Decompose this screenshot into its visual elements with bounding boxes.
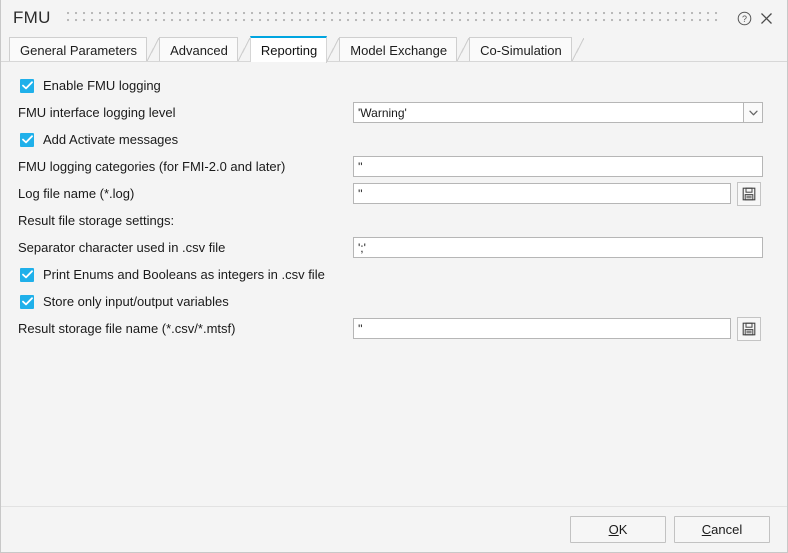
tab-co-simulation[interactable]: Co-Simulation	[469, 37, 572, 62]
dialog-titlebar: FMU ?	[1, 0, 787, 36]
input-logging-categories[interactable]: ''	[353, 156, 763, 177]
field-wrap-interface-logging-level: 'Warning'	[353, 102, 763, 123]
check-icon	[22, 270, 33, 279]
close-button[interactable]	[755, 7, 777, 29]
tab-reporting[interactable]: Reporting	[250, 36, 327, 62]
chevron-down-icon[interactable]	[743, 102, 763, 123]
cancel-button-mnemonic: C	[702, 522, 711, 537]
row-add-activate-messages: Add Activate messages	[1, 126, 787, 153]
field-wrap-result-storage-file-name: ''	[353, 317, 761, 341]
tab-label: Co-Simulation	[480, 43, 562, 58]
check-icon	[22, 81, 33, 90]
ok-button[interactable]: OK	[570, 516, 666, 543]
field-wrap-logging-categories: ''	[353, 156, 763, 177]
tab-label: Advanced	[170, 43, 228, 58]
check-icon	[22, 135, 33, 144]
browse-result-storage-file-button[interactable]	[737, 317, 761, 341]
checkbox-store-only-io-variables[interactable]	[20, 295, 34, 309]
checkbox-enable-fmu-logging[interactable]	[20, 79, 34, 93]
label-store-only-io-variables: Store only input/output variables	[43, 295, 229, 308]
cancel-button-label: ancel	[711, 522, 742, 537]
label-separator-character: Separator character used in .csv file	[18, 241, 225, 254]
dialog-footer: OK Cancel	[1, 506, 787, 552]
check-icon	[22, 297, 33, 306]
field-wrap-log-file-name: ''	[353, 182, 761, 206]
tab-general-parameters[interactable]: General Parameters	[9, 37, 147, 62]
label-enable-fmu-logging: Enable FMU logging	[43, 79, 161, 92]
dialog-title: FMU	[13, 8, 51, 28]
row-logging-categories: FMU logging categories (for FMI-2.0 and …	[1, 153, 787, 180]
row-enable-fmu-logging: Enable FMU logging	[1, 72, 787, 99]
cancel-button[interactable]: Cancel	[674, 516, 770, 543]
row-print-enums-as-integers: Print Enums and Booleans as integers in …	[1, 261, 787, 288]
tab-label: Reporting	[261, 43, 317, 58]
tab-bar: General Parameters Advanced Reporting Mo…	[1, 36, 787, 62]
titlebar-drag-grip[interactable]	[67, 12, 723, 24]
svg-text:?: ?	[741, 14, 746, 24]
checkbox-print-enums-as-integers[interactable]	[20, 268, 34, 282]
dropdown-interface-logging-level[interactable]: 'Warning'	[353, 102, 763, 123]
help-button[interactable]: ?	[733, 7, 755, 29]
reporting-tab-panel: Enable FMU logging FMU interface logging…	[1, 62, 787, 506]
tab-label: Model Exchange	[350, 43, 447, 58]
label-logging-categories: FMU logging categories (for FMI-2.0 and …	[18, 160, 285, 173]
close-icon	[759, 11, 774, 26]
row-result-storage-file-name: Result storage file name (*.csv/*.mtsf) …	[1, 315, 787, 342]
row-interface-logging-level: FMU interface logging level 'Warning'	[1, 99, 787, 126]
label-interface-logging-level: FMU interface logging level	[18, 106, 176, 119]
row-store-only-io-variables: Store only input/output variables	[1, 288, 787, 315]
ok-button-label: K	[619, 522, 628, 537]
label-add-activate-messages: Add Activate messages	[43, 133, 178, 146]
field-wrap-separator-character: ';'	[353, 237, 763, 258]
input-result-storage-file-name[interactable]: ''	[353, 318, 731, 339]
label-result-storage-file-name: Result storage file name (*.csv/*.mtsf)	[18, 322, 235, 335]
label-print-enums-as-integers: Print Enums and Booleans as integers in …	[43, 268, 325, 281]
row-log-file-name: Log file name (*.log) ''	[1, 180, 787, 207]
dropdown-selected-value: 'Warning'	[353, 102, 743, 123]
tab-advanced[interactable]: Advanced	[159, 37, 238, 62]
save-floppy-icon	[742, 187, 756, 201]
row-separator-character: Separator character used in .csv file ';…	[1, 234, 787, 261]
fmu-settings-dialog: FMU ? General Parameters Advanced Report…	[0, 0, 788, 553]
browse-log-file-button[interactable]	[737, 182, 761, 206]
tab-label: General Parameters	[20, 43, 137, 58]
label-log-file-name: Log file name (*.log)	[18, 187, 134, 200]
ok-button-mnemonic: O	[609, 522, 619, 537]
heading-result-file-storage-settings: Result file storage settings:	[18, 214, 174, 227]
input-log-file-name[interactable]: ''	[353, 183, 731, 204]
checkbox-add-activate-messages[interactable]	[20, 133, 34, 147]
save-floppy-icon	[742, 322, 756, 336]
tab-model-exchange[interactable]: Model Exchange	[339, 37, 457, 62]
row-result-storage-heading: Result file storage settings:	[1, 207, 787, 234]
input-separator-character[interactable]: ';'	[353, 237, 763, 258]
help-circle-icon: ?	[737, 11, 752, 26]
